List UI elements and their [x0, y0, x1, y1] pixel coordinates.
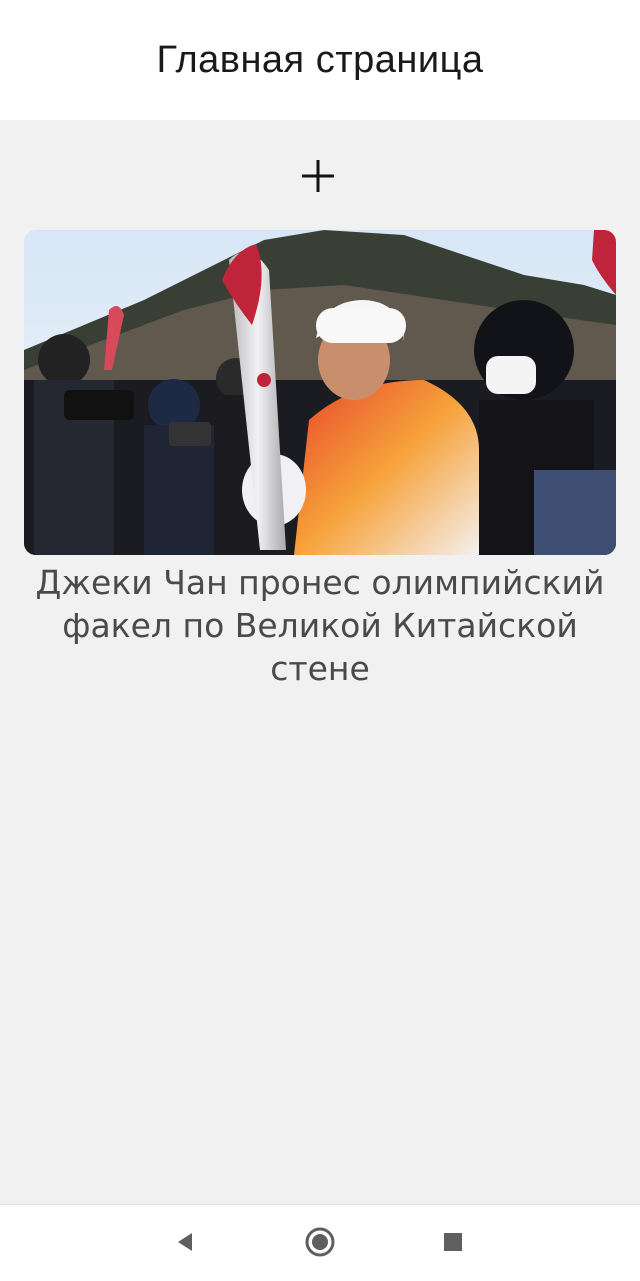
home-button[interactable] [303, 1225, 337, 1259]
circle-home-icon [305, 1227, 335, 1257]
navigation-bar [0, 1204, 640, 1281]
triangle-back-icon [178, 1233, 192, 1251]
back-button[interactable] [168, 1225, 202, 1259]
app-bar: Главная страница [0, 0, 640, 120]
news-photo[interactable] [24, 230, 616, 555]
recents-button[interactable] [436, 1225, 470, 1259]
content-area: Джеки Чан пронес олимпийский факел по Ве… [0, 120, 640, 1204]
plus-icon [302, 160, 334, 192]
page-title: Главная страница [156, 38, 484, 81]
news-title[interactable]: Джеки Чан пронес олимпийский факел по Ве… [24, 561, 616, 690]
add-news-button[interactable] [296, 154, 340, 198]
square-recents-icon [444, 1233, 462, 1251]
news-card[interactable]: Джеки Чан пронес олимпийский факел по Ве… [24, 230, 616, 690]
